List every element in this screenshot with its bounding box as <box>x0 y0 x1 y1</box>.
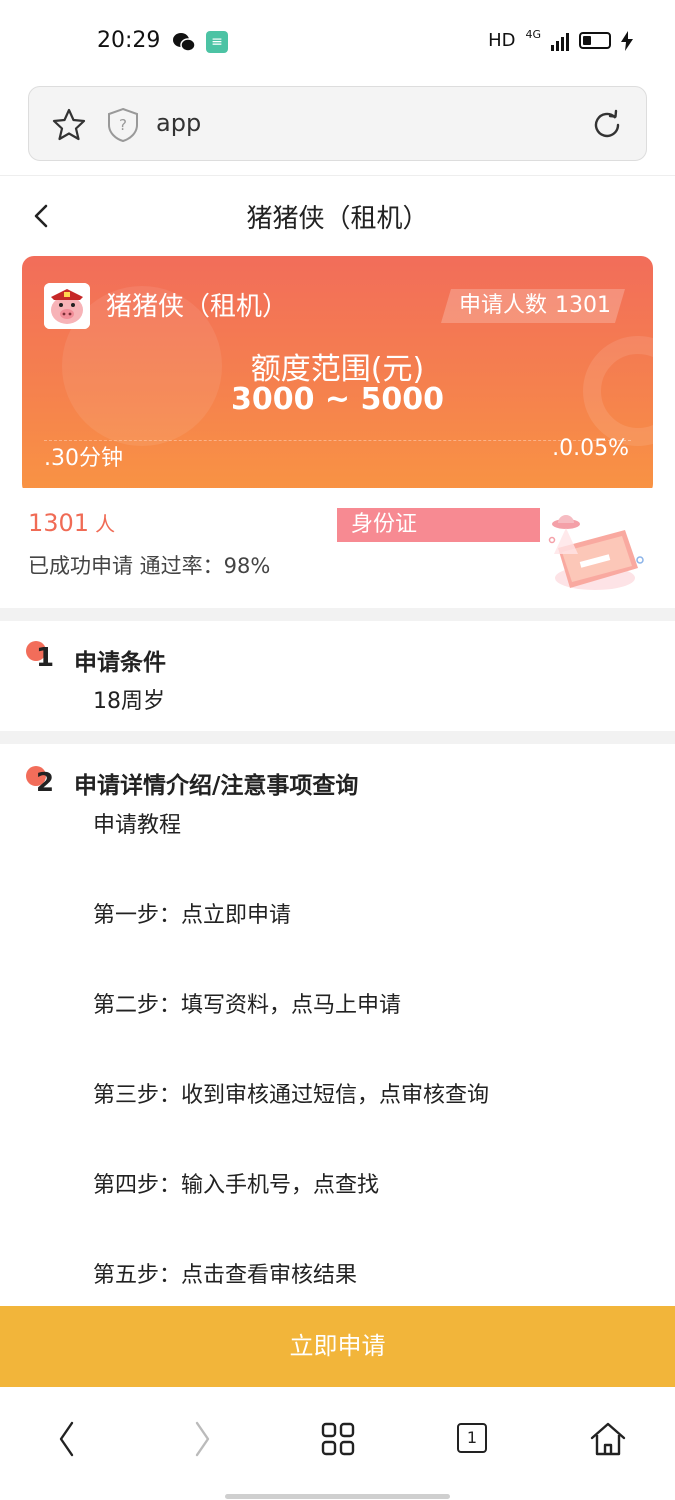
battery-icon <box>579 32 611 49</box>
signal-icon <box>551 31 569 51</box>
section-title: 申请条件 <box>74 650 166 676</box>
section-number: 1 <box>36 643 55 673</box>
step-item: 第二步：填写资料，点马上申请 <box>93 993 402 1018</box>
success-count-value: 1301 <box>28 509 90 537</box>
status-indicators: HD 4G <box>488 28 633 51</box>
hd-indicator: HD <box>488 30 516 51</box>
menu-grid-icon[interactable] <box>316 1417 360 1461</box>
nav-forward-icon[interactable] <box>180 1417 224 1461</box>
success-count: 1301 人 <box>28 508 115 537</box>
home-icon[interactable] <box>586 1417 630 1461</box>
tab-count: 1 <box>457 1423 487 1453</box>
loan-time: .30分钟 <box>44 446 123 471</box>
apply-now-button[interactable]: 立即申请 <box>0 1306 675 1387</box>
section-number: 2 <box>36 768 55 798</box>
section-number-badge: 2 <box>26 766 60 800</box>
product-logo <box>44 283 90 329</box>
success-description: 已成功申请 通过率：98% <box>28 554 271 578</box>
browser-nav: 1 <box>0 1387 675 1500</box>
card-divider <box>44 440 631 441</box>
stats-section: 1301 人 已成功申请 通过率：98% 身份证 <box>0 488 675 608</box>
limit-range: 3000 ~ 5000 <box>230 382 445 417</box>
charging-icon <box>621 30 633 51</box>
age-requirement: 18周岁 <box>93 689 165 714</box>
step-item: 第五步：点击查看审核结果 <box>93 1263 358 1288</box>
application-conditions-section: 1 申请条件 18周岁 <box>0 621 675 731</box>
id-card-tag: 身份证 <box>337 508 540 542</box>
status-time: 20:29 <box>97 28 161 53</box>
security-shield-icon[interactable]: ? <box>106 107 140 143</box>
product-name: 猪猪侠（租机） <box>106 292 289 322</box>
url-text[interactable]: app <box>156 109 201 137</box>
section-gap <box>0 608 675 621</box>
product-card: 猪猪侠（租机） 申请人数 1301 额度范围(元) 3000 ~ 5000 .3… <box>22 256 653 496</box>
svg-text:?: ? <box>119 116 127 134</box>
page-title: 猪猪侠（租机） <box>246 204 429 234</box>
application-details-section: 2 申请详情介绍/注意事项查询 申请教程 第一步：点立即申请 第二步：填写资料，… <box>0 744 675 1306</box>
page-header: 猪猪侠（租机） <box>0 175 675 255</box>
applicant-count-badge: 申请人数 1301 <box>441 289 625 323</box>
section-gap <box>0 731 675 744</box>
ufo-card-illustration <box>548 515 644 590</box>
section-number-badge: 1 <box>26 641 60 675</box>
step-item: 第四步：输入手机号，点查找 <box>93 1173 380 1198</box>
success-count-unit: 人 <box>95 512 116 536</box>
step-item: 第一步：点立即申请 <box>93 903 292 928</box>
wechat-icon <box>173 33 196 52</box>
applicant-count: 1301 <box>555 293 611 318</box>
applicant-label: 申请人数 <box>458 293 547 318</box>
section-title: 申请详情介绍/注意事项查询 <box>74 773 359 799</box>
tabs-button[interactable]: 1 <box>450 1417 494 1461</box>
reload-icon[interactable] <box>590 108 624 142</box>
star-icon[interactable] <box>51 107 87 143</box>
network-type: 4G <box>525 28 541 41</box>
url-bar[interactable]: ? app <box>28 86 647 161</box>
notification-app-icon: ≡ <box>206 31 228 53</box>
step-item: 第三步：收到审核通过短信，点审核查询 <box>93 1083 490 1108</box>
home-indicator <box>225 1494 450 1499</box>
status-bar: 20:29 ≡ HD 4G <box>0 0 675 80</box>
interest-rate: .0.05% <box>552 436 629 461</box>
nav-back-icon[interactable] <box>45 1417 89 1461</box>
tutorial-heading: 申请教程 <box>93 813 182 838</box>
